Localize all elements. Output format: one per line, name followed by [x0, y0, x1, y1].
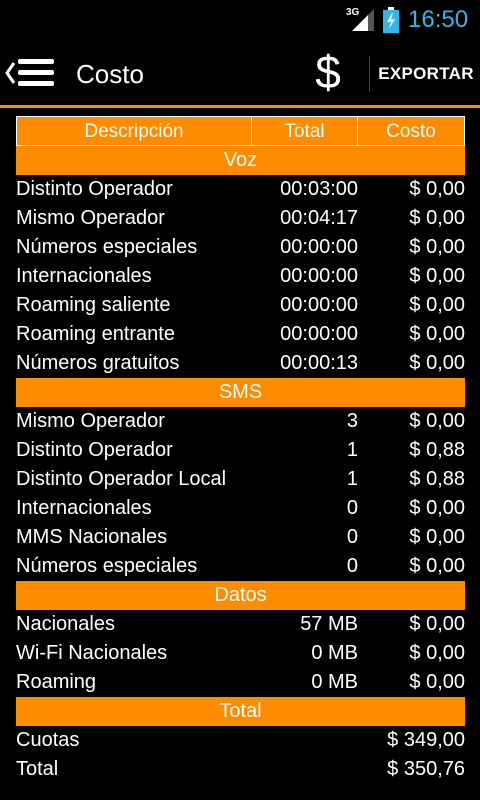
table-row: Roaming entrante 00:00:00 $ 0,00	[16, 320, 465, 349]
row-cost: $ 0,00	[409, 178, 465, 200]
row-cost: $ 0,00	[409, 352, 465, 374]
divider	[369, 56, 370, 92]
row-description: Cuotas	[16, 729, 80, 751]
section-header-datos: Datos	[16, 581, 465, 610]
clock: 16:50	[408, 6, 469, 33]
table-row: Números gratuitos 00:00:13 $ 0,00	[16, 349, 465, 378]
row-total: 1	[346, 439, 358, 461]
table-header: Descripción Total Costo	[16, 116, 465, 146]
row-cost: $ 0,00	[409, 236, 465, 258]
row-cost: $ 0,00	[409, 410, 465, 432]
export-button[interactable]: EXPORTAR	[372, 38, 480, 105]
row-total: 00:00:00	[280, 265, 358, 287]
battery-icon	[382, 7, 400, 38]
table-row: Roaming 0 MB $ 0,00	[16, 668, 465, 697]
row-description: Roaming saliente	[16, 294, 171, 316]
row-description: Internacionales	[16, 265, 152, 287]
table-row: Mismo Operador 00:04:17 $ 0,00	[16, 204, 465, 233]
table-row: Cuotas $ 349,00	[16, 726, 465, 755]
row-cost: $ 0,00	[409, 613, 465, 635]
row-total: 00:04:17	[280, 207, 358, 229]
header-cost: Costo	[386, 121, 436, 142]
table-row: MMS Nacionales 0 $ 0,00	[16, 523, 465, 552]
row-description: Wi-Fi Nacionales	[16, 642, 168, 664]
section-header-total: Total	[16, 697, 465, 726]
table-row: Internacionales 0 $ 0,00	[16, 494, 465, 523]
row-description: Mismo Operador	[16, 207, 165, 229]
row-description: Números especiales	[16, 555, 198, 577]
table-row: Mismo Operador 3 $ 0,00	[16, 407, 465, 436]
row-total: 0	[346, 555, 358, 577]
header-description: Descripción	[17, 117, 252, 145]
row-cost: $ 0,00	[409, 265, 465, 287]
row-cost: $ 0,00	[409, 555, 465, 577]
row-cost: $ 0,00	[409, 671, 465, 693]
row-description: Distinto Operador	[16, 439, 173, 461]
section-header-sms: SMS	[16, 378, 465, 407]
table-row: Nacionales 57 MB $ 0,00	[16, 610, 465, 639]
table-row: Total $ 350,76	[16, 755, 465, 784]
row-description: Total	[16, 758, 59, 780]
row-description: Internacionales	[16, 497, 152, 519]
row-description: Distinto Operador Local	[16, 468, 227, 490]
row-total: 00:00:00	[280, 236, 358, 258]
row-total: 00:00:13	[280, 352, 358, 374]
chevron-left-icon[interactable]	[4, 60, 16, 91]
row-total: 1	[346, 468, 358, 490]
row-total: 0 MB	[311, 671, 358, 693]
row-cost: $ 0,88	[409, 439, 465, 461]
table-row: Wi-Fi Nacionales 0 MB $ 0,00	[16, 639, 465, 668]
row-description: Números gratuitos	[16, 352, 180, 374]
row-cost: $ 0,00	[409, 526, 465, 548]
section-header-voz: Voz	[16, 146, 465, 175]
status-bar: 3G 16:50	[0, 0, 480, 38]
header-total: Total	[252, 117, 358, 145]
menu-icon[interactable]	[18, 59, 54, 92]
row-cost: $ 0,00	[409, 294, 465, 316]
cost-table: Descripción Total Costo Voz Distinto Ope…	[16, 116, 465, 784]
page-title: Costo	[76, 59, 144, 89]
row-total: 00:00:00	[280, 323, 358, 345]
row-cost: $ 0,88	[409, 468, 465, 490]
row-description: Distinto Operador	[16, 178, 173, 200]
row-total: 0 MB	[311, 642, 358, 664]
table-row: Distinto Operador 00:03:00 $ 0,00	[16, 175, 465, 204]
table-row: Roaming saliente 00:00:00 $ 0,00	[16, 291, 465, 320]
row-total: 0	[346, 526, 358, 548]
row-cost: $ 0,00	[409, 497, 465, 519]
dollar-icon[interactable]: $	[300, 44, 356, 100]
row-cost: $ 350,76	[387, 758, 465, 780]
row-description: Roaming entrante	[16, 323, 175, 345]
row-total: 3	[346, 410, 358, 432]
row-description: Mismo Operador	[16, 410, 165, 432]
row-total: 0	[346, 497, 358, 519]
table-row: Distinto Operador 1 $ 0,88	[16, 436, 465, 465]
table-row: Números especiales 00:00:00 $ 0,00	[16, 233, 465, 262]
row-description: Roaming	[16, 671, 97, 693]
table-row: Internacionales 00:00:00 $ 0,00	[16, 262, 465, 291]
signal-icon	[352, 9, 374, 36]
row-description: MMS Nacionales	[16, 526, 168, 548]
row-total: 57 MB	[300, 613, 358, 635]
row-total: 00:03:00	[280, 178, 358, 200]
table-row: Números especiales 0 $ 0,00	[16, 552, 465, 581]
row-description: Números especiales	[16, 236, 198, 258]
row-cost: $ 0,00	[409, 207, 465, 229]
row-total: 00:00:00	[280, 294, 358, 316]
row-cost: $ 349,00	[387, 729, 465, 751]
row-description: Nacionales	[16, 613, 115, 635]
table-row: Distinto Operador Local 1 $ 0,88	[16, 465, 465, 494]
action-bar: Costo $ EXPORTAR	[0, 38, 480, 108]
row-cost: $ 0,00	[409, 323, 465, 345]
row-cost: $ 0,00	[409, 642, 465, 664]
